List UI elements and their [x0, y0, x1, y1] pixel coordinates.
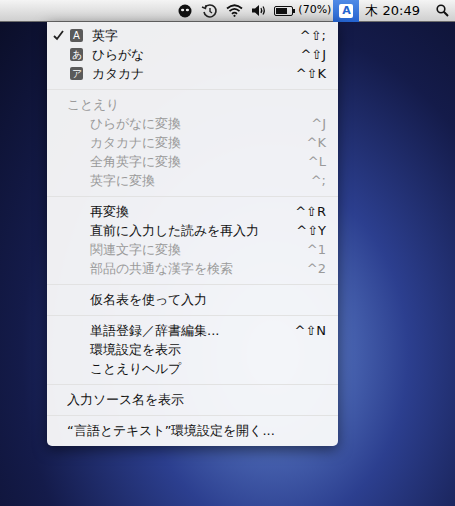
menu-item-label: ことえり	[67, 95, 119, 114]
menu-item-shortcut: ^⇧;	[290, 26, 326, 45]
menu-item[interactable]: 入力ソース名を表示	[47, 390, 338, 409]
menu-item-shortcut: ^2	[297, 259, 326, 278]
input-source-badge: あ	[70, 48, 83, 61]
menu-item-shortcut: ^J	[301, 114, 326, 133]
menu-item[interactable]: A 英字 ^⇧;	[47, 26, 338, 45]
menu-item-label: カタカナ	[92, 64, 144, 83]
menu-item-label: 再変換	[90, 202, 129, 221]
menu-item-shortcut: ^⇧R	[285, 202, 326, 221]
menu-item[interactable]: 再変換 ^⇧R	[47, 202, 338, 221]
search-icon[interactable]	[436, 4, 449, 17]
menu-bar: (70%)A 木 20:49	[0, 0, 455, 22]
input-source-badge: A	[70, 29, 83, 42]
menu-item-label: ひらがな	[92, 45, 144, 64]
input-source-badge: ア	[70, 67, 83, 80]
menu-item-label: 入力ソース名を表示	[67, 390, 184, 409]
menu-item-shortcut: ^⇧J	[290, 45, 326, 64]
menu-item[interactable]: 仮名表を使って入力	[47, 290, 338, 309]
menu-item: 英字に変換 ^;	[47, 171, 338, 190]
menu-item[interactable]: ことえりヘルプ	[47, 359, 338, 378]
menu-item-shortcut: ^1	[297, 240, 326, 259]
menu-item-label: 英字に変換	[90, 171, 155, 190]
menu-separator	[47, 190, 338, 202]
menu-item-label: ことえりヘルプ	[90, 359, 181, 378]
desktop: (70%)A木 20:49A英字^⇧;あひらがな^⇧Jアカタカナ^⇧Kことえりひ…	[0, 0, 455, 506]
menu-item-label: 仮名表を使って入力	[90, 290, 207, 309]
menu-item[interactable]: 環境設定を表示	[47, 340, 338, 359]
checkmark-icon	[53, 30, 64, 41]
menu-item: 全角英字に変換 ^L	[47, 152, 338, 171]
time-machine-icon[interactable]	[201, 4, 217, 18]
volume-icon[interactable]	[251, 4, 267, 17]
menu-item-label: 関連文字に変換	[90, 240, 181, 259]
check-column	[53, 30, 67, 41]
menu-separator	[47, 278, 338, 290]
menu-item-label: 部品の共通な漢字を検索	[90, 259, 233, 278]
menu-item-shortcut: ^⇧Y	[286, 221, 326, 240]
menu-item: ひらがなに変換 ^J	[47, 114, 338, 133]
menu-item-label: 単語登録／辞書編集...	[90, 321, 219, 340]
menu-item-label: カタカナに変換	[90, 133, 181, 152]
menu-item[interactable]: アカタカナ ^⇧K	[47, 64, 338, 83]
battery-icon[interactable]	[274, 6, 295, 16]
menu-item: 部品の共通な漢字を検索 ^2	[47, 259, 338, 278]
menu-item: カタカナに変換 ^K	[47, 133, 338, 152]
clock[interactable]: 木 20:49	[365, 1, 420, 21]
menu-separator	[47, 409, 338, 421]
battery-reading[interactable]: (70%)	[298, 2, 331, 19]
menu-item[interactable]: “言語とテキスト”環境設定を開く...	[47, 421, 338, 440]
menu-item-label: ひらがなに変換	[90, 114, 181, 133]
wifi-icon[interactable]	[226, 4, 243, 17]
menu-item[interactable]: あひらがな ^⇧J	[47, 45, 338, 64]
menu-item-shortcut: ^K	[297, 133, 326, 152]
menu-separator	[47, 309, 338, 321]
menu-item[interactable]: 直前に入力した読みを再入力 ^⇧Y	[47, 221, 338, 240]
menu-separator	[47, 83, 338, 95]
menu-item-label: 英字	[92, 26, 118, 45]
menu-item: 関連文字に変換 ^1	[47, 240, 338, 259]
input-menu-button[interactable]: A	[333, 0, 359, 22]
menu-item-shortcut: ^⇧K	[286, 64, 326, 83]
menu-item-shortcut: ^;	[301, 171, 326, 190]
menu-header: ことえり	[47, 95, 338, 114]
menu-separator	[47, 378, 338, 390]
menu-item-shortcut: ^⇧N	[284, 321, 326, 340]
menu-item-label: 環境設定を表示	[90, 340, 181, 359]
menu-item-label: 全角英字に変換	[90, 152, 181, 171]
menu-item-label: 直前に入力した読みを再入力	[90, 221, 259, 240]
menu-item-label: “言語とテキスト”環境設定を開く...	[67, 421, 275, 440]
face-icon[interactable]	[178, 4, 192, 18]
input-menu: A英字^⇧;あひらがな^⇧Jアカタカナ^⇧Kことえりひらがなに変換^Jカタカナに…	[47, 22, 338, 446]
menu-item-shortcut: ^L	[298, 152, 326, 171]
menu-item[interactable]: 単語登録／辞書編集... ^⇧N	[47, 321, 338, 340]
